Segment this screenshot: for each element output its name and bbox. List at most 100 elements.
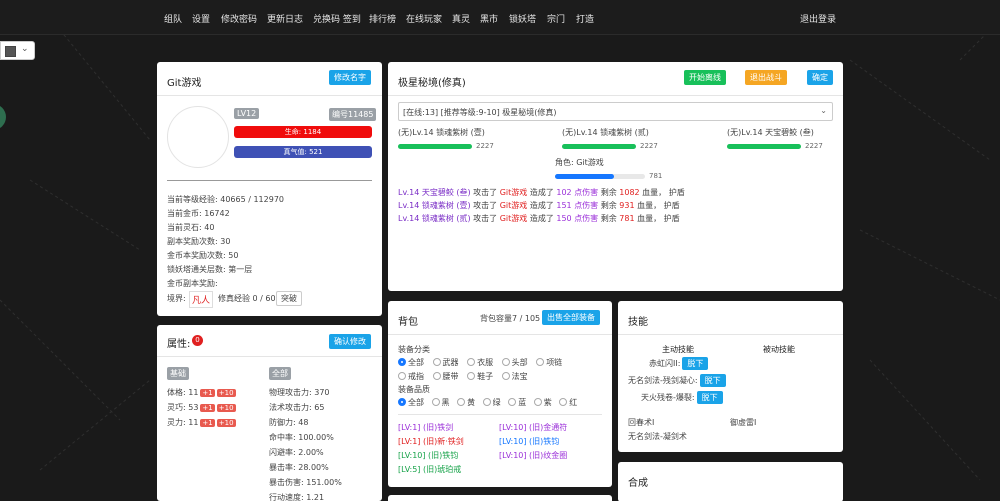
category-option[interactable]: 鞋子 [467, 372, 493, 381]
start-offline-button[interactable]: 开始离线 [684, 70, 726, 85]
nav-team[interactable]: 组队 [164, 12, 182, 25]
craft-title: 合成 [628, 478, 648, 489]
nav-forge[interactable]: 打造 [576, 12, 594, 25]
battle-title: 极星秘境(修真) [398, 78, 466, 89]
learned-skill[interactable]: 无名剑法-凝剑术 [628, 431, 687, 442]
plus-ten-button[interactable]: +10 [216, 389, 236, 397]
quality-option[interactable]: 蓝 [508, 398, 526, 407]
bag-item[interactable]: [LV:1] (旧)新·铁剑 [398, 436, 464, 447]
exit-battle-button[interactable]: 退出战斗 [745, 70, 787, 85]
category-option[interactable]: 项链 [536, 358, 562, 367]
nav-demon-tower[interactable]: 锁妖塔 [509, 12, 536, 25]
quality-option[interactable]: 紫 [533, 398, 552, 407]
quality-option[interactable]: 黑 [431, 398, 450, 407]
category-option[interactable]: 腰带 [432, 372, 459, 381]
plus-ten-button[interactable]: +10 [216, 404, 236, 412]
nav-true-spirit[interactable]: 真灵 [452, 12, 470, 25]
attributes-panel: 属性: 0 确认修改 基础 全部 体格: 11 +1 +10 灵巧: 53 +1 +10… [157, 325, 382, 501]
confirm-attributes-button[interactable]: 确认修改 [329, 334, 371, 349]
realm-label: 境界: [167, 294, 186, 303]
category-option[interactable]: 全部 [398, 358, 424, 367]
nav-sect[interactable]: 宗门 [547, 12, 565, 25]
bag-item[interactable]: [LV:10] (旧)铁钧 [499, 436, 559, 447]
category-option[interactable]: 戒指 [398, 372, 424, 381]
nav-online-players[interactable]: 在线玩家 [406, 12, 442, 25]
divider [398, 414, 602, 415]
nav-settings[interactable]: 设置 [192, 12, 210, 25]
enemy-hp: 2227 [640, 142, 658, 150]
plus-one-button[interactable]: +1 [200, 389, 215, 397]
bag-item[interactable]: [LV:1] (旧)铁剑 [398, 422, 453, 433]
enemy-hp-bar [727, 144, 801, 149]
quality-option[interactable]: 全部 [398, 398, 424, 407]
enemy-hp: 2227 [476, 142, 494, 150]
attribute-points-badge: 0 [192, 335, 203, 346]
attributes-title: 属性: [167, 339, 191, 350]
bag-item[interactable]: [LV:10] (旧)金通符 [499, 422, 567, 433]
breakthrough-button[interactable]: 突破 [276, 291, 302, 306]
profile-title: Git游戏 [167, 78, 202, 89]
nav-redeem-checkin[interactable]: 兑换码 签到 [313, 12, 361, 25]
category-radio-group: 全部 武器 衣服 头部 项链 [398, 357, 562, 368]
level-badge: LV12 [234, 108, 260, 119]
stat-action-speed: 行动速度: 1.21 [269, 493, 325, 501]
battle-log-line: Lv.14 锁魂紫树 (壹) 攻击了 Git游戏 造成了 151 点伤害 剩余 … [398, 201, 680, 210]
attr-row-agility: 灵巧: 53 +1 +10 [167, 403, 236, 412]
hp-bar: 生命: 1184 [234, 126, 372, 138]
enemy-hp-bar [398, 144, 472, 149]
category-option[interactable]: 头部 [501, 358, 528, 367]
learned-skill[interactable]: 御虚雷I [730, 417, 756, 428]
bag-item[interactable]: [LV:10] (旧)纹金圈 [499, 450, 567, 461]
skills-panel: 技能 主动技能 被动技能 赤虹闪II: 脱下 无名剑法-残剑凝心: 脱下 天火残卷-… [618, 301, 843, 452]
qi-bar: 真气值: 521 [234, 146, 372, 158]
bag-title: 背包 [398, 317, 418, 328]
category-option[interactable]: 衣服 [467, 358, 493, 367]
stat-tower-floor: 锁妖塔通关层数: 第一层 [167, 265, 253, 274]
quality-option[interactable]: 红 [559, 398, 577, 407]
unequip-button[interactable]: 脱下 [699, 374, 726, 387]
stat-dungeon-rewards: 副本奖励次数: 30 [167, 237, 231, 246]
nav-changelog[interactable]: 更新日志 [267, 12, 303, 25]
stat-physical-attack: 物理攻击力: 370 [269, 388, 330, 397]
quality-option[interactable]: 绿 [482, 398, 501, 407]
stat-magic-attack: 法术攻击力: 65 [269, 403, 325, 412]
divider [618, 334, 843, 335]
confirm-button[interactable]: 确定 [807, 70, 833, 85]
logout-link[interactable]: 退出登录 [800, 12, 836, 25]
passive-skills-label: 被动技能 [763, 345, 795, 354]
plus-one-button[interactable]: +1 [200, 404, 215, 412]
nav-black-market[interactable]: 黑市 [480, 12, 498, 25]
bag-item[interactable]: [LV:5] (旧)琥珀戒 [398, 464, 461, 475]
plus-one-button[interactable]: +1 [200, 419, 215, 427]
bag-panel: 背包 背包容量7 / 105 出售全部装备 装备分类 全部 武器 衣服 头部 项… [388, 301, 612, 487]
realm-value: 凡人 [189, 291, 214, 308]
dungeon-select[interactable]: [在线:13] [推荐等级:9-10] 极星秘境(修真) ⌄ [398, 102, 833, 121]
divider [388, 334, 612, 335]
player-hp-bar [555, 174, 645, 179]
category-option[interactable]: 武器 [432, 358, 459, 367]
plus-ten-button[interactable]: +10 [216, 419, 236, 427]
quality-option[interactable]: 黄 [457, 398, 475, 407]
enemy-name: (无)Lv.14 天宝碧鲛 (叁) [727, 128, 814, 137]
enemy-hp-bar [562, 144, 636, 149]
active-skill-row: 天火残卷-爆裂: 脱下 [641, 391, 723, 404]
divider [157, 95, 382, 96]
profile-panel: Git游戏 修改名字 LV12 编号11485 生命: 1184 真气值: 52… [157, 62, 382, 316]
divider [388, 95, 843, 96]
enemy-hp-fill [562, 144, 636, 149]
dungeon-select-value: [在线:13] [推荐等级:9-10] 极星秘境(修真) [403, 108, 557, 117]
quality-label: 装备品质 [398, 385, 430, 394]
bag-item[interactable]: [LV:10] (旧)铁钧 [398, 450, 458, 461]
category-option[interactable]: 法宝 [501, 372, 528, 381]
active-skill-row: 无名剑法-残剑凝心: 脱下 [628, 374, 726, 387]
nav-leaderboard[interactable]: 排行榜 [369, 12, 396, 25]
unequip-button[interactable]: 脱下 [682, 357, 709, 370]
enemy-name: (无)Lv.14 锁魂紫树 (贰) [562, 128, 649, 137]
rename-button[interactable]: 修改名字 [329, 70, 371, 85]
theme-color-picker[interactable]: ⌄ [0, 41, 35, 60]
unequip-button[interactable]: 脱下 [696, 391, 723, 404]
learned-skill[interactable]: 回春术I [628, 417, 654, 428]
sell-all-button[interactable]: 出售全部装备 [542, 310, 600, 325]
stat-gold: 当前金币: 16742 [167, 209, 230, 218]
nav-change-password[interactable]: 修改密码 [221, 12, 257, 25]
